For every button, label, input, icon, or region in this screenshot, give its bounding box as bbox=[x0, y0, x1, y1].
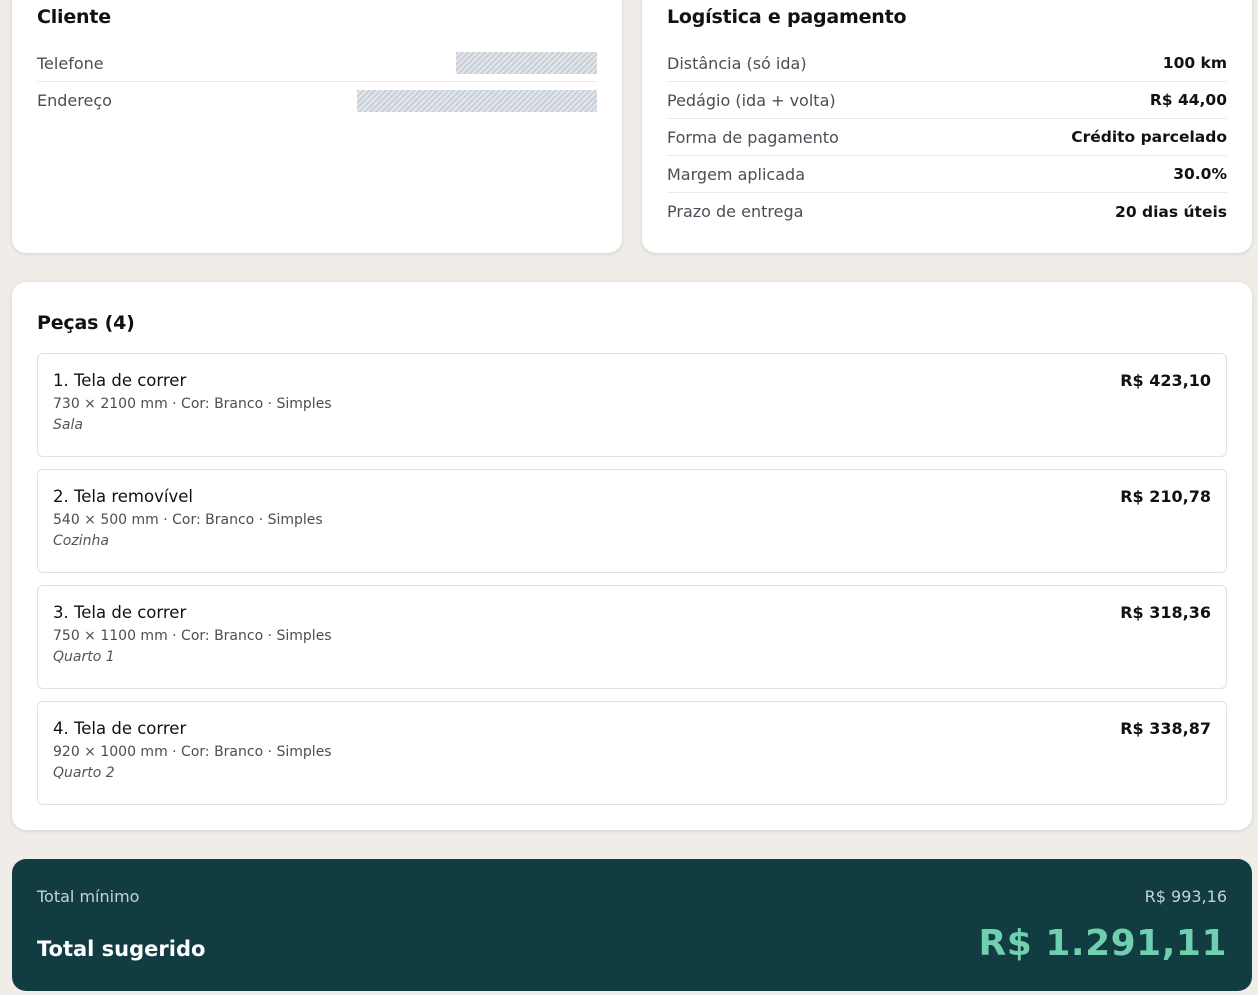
total-minimum-value: R$ 993,16 bbox=[1144, 887, 1227, 906]
client-fields: Telefone Endereço bbox=[37, 45, 597, 119]
part-name: 4. Tela de correr bbox=[53, 719, 187, 738]
client-card: Cliente Telefone Endereço bbox=[12, 0, 622, 253]
part-name: 2. Tela removível bbox=[53, 487, 193, 506]
delivery-time-value: 20 dias úteis bbox=[1115, 202, 1227, 221]
parts-list: 1. Tela de correr 730 × 2100 mm · Cor: B… bbox=[37, 353, 1227, 817]
part-item: 1. Tela de correr 730 × 2100 mm · Cor: B… bbox=[37, 353, 1227, 457]
address-label: Endereço bbox=[37, 91, 112, 110]
part-item: 3. Tela de correr 750 × 1100 mm · Cor: B… bbox=[37, 585, 1227, 689]
logistics-card: Logística e pagamento Distância (só ida)… bbox=[642, 0, 1252, 253]
total-suggested-value: R$ 1.291,11 bbox=[978, 923, 1227, 964]
toll-label: Pedágio (ida + volta) bbox=[667, 90, 836, 110]
distance-label: Distância (só ida) bbox=[667, 53, 807, 73]
part-price: R$ 318,36 bbox=[1120, 603, 1211, 622]
part-spec: 730 × 2100 mm · Cor: Branco · Simples bbox=[53, 396, 332, 412]
phone-label: Telefone bbox=[37, 53, 104, 73]
margin-value: 30.0% bbox=[1173, 165, 1227, 183]
part-item: 4. Tela de correr 920 × 1000 mm · Cor: B… bbox=[37, 701, 1227, 805]
part-room: Cozinha bbox=[53, 533, 109, 549]
part-room: Sala bbox=[53, 417, 83, 433]
part-price: R$ 210,78 bbox=[1120, 487, 1211, 506]
parts-card: Peças (4) 1. Tela de correr 730 × 2100 m… bbox=[12, 282, 1252, 830]
totals-panel: Total mínimo R$ 993,16 Total sugerido R$… bbox=[12, 859, 1252, 991]
part-price: R$ 423,10 bbox=[1120, 371, 1211, 390]
part-room: Quarto 2 bbox=[53, 765, 115, 781]
payment-method-value: Crédito parcelado bbox=[1071, 128, 1227, 146]
logistics-row: Distância (só ida) 100 km bbox=[667, 45, 1227, 82]
part-spec: 540 × 500 mm · Cor: Branco · Simples bbox=[53, 512, 323, 528]
part-spec: 750 × 1100 mm · Cor: Branco · Simples bbox=[53, 628, 332, 644]
phone-value-redacted bbox=[456, 52, 597, 74]
client-phone-row: Telefone bbox=[37, 45, 597, 82]
total-minimum-label: Total mínimo bbox=[37, 887, 140, 906]
part-spec: 920 × 1000 mm · Cor: Branco · Simples bbox=[53, 744, 332, 760]
logistics-row: Prazo de entrega 20 dias úteis bbox=[667, 193, 1227, 230]
part-room: Quarto 1 bbox=[53, 649, 115, 665]
delivery-time-label: Prazo de entrega bbox=[667, 202, 804, 221]
client-card-title: Cliente bbox=[37, 6, 111, 28]
logistics-card-title: Logística e pagamento bbox=[667, 6, 907, 28]
part-price: R$ 338,87 bbox=[1120, 719, 1211, 738]
part-item: 2. Tela removível 540 × 500 mm · Cor: Br… bbox=[37, 469, 1227, 573]
parts-card-title: Peças (4) bbox=[37, 312, 135, 334]
toll-value: R$ 44,00 bbox=[1149, 91, 1227, 109]
logistics-row: Margem aplicada 30.0% bbox=[667, 156, 1227, 193]
part-name: 3. Tela de correr bbox=[53, 603, 187, 622]
logistics-row: Forma de pagamento Crédito parcelado bbox=[667, 119, 1227, 156]
distance-value: 100 km bbox=[1162, 54, 1227, 72]
client-address-row: Endereço bbox=[37, 82, 597, 119]
address-value-redacted bbox=[357, 89, 597, 112]
logistics-row: Pedágio (ida + volta) R$ 44,00 bbox=[667, 82, 1227, 119]
payment-method-label: Forma de pagamento bbox=[667, 127, 839, 147]
margin-label: Margem aplicada bbox=[667, 164, 805, 184]
logistics-rows: Distância (só ida) 100 km Pedágio (ida +… bbox=[667, 45, 1227, 230]
total-suggested-label: Total sugerido bbox=[37, 937, 206, 961]
part-name: 1. Tela de correr bbox=[53, 371, 187, 390]
